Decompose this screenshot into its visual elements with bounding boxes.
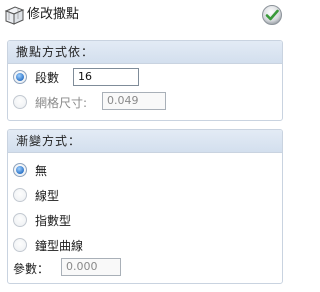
grid-size-radio[interactable] bbox=[13, 95, 27, 109]
exponential-radio[interactable] bbox=[13, 213, 27, 227]
parameter-label: 參數： bbox=[13, 262, 50, 276]
distribution-group: 撒點方式依： 段數 16 網格尺寸: 0.049 bbox=[7, 40, 283, 121]
spacing-group: 漸變方式： 無 線型 指數型 鐘型曲線 參數： 0.000 bbox=[7, 129, 283, 284]
modify-seeds-panel: 修改撒點 撒點方式依： 段數 16 網格尺寸: 0.049 漸變方式： 無 線型… bbox=[0, 0, 290, 292]
segments-radio[interactable] bbox=[13, 70, 27, 84]
parameter-input[interactable]: 0.000 bbox=[61, 258, 121, 276]
grid-size-label: 網格尺寸: bbox=[35, 96, 88, 110]
exponential-label: 指數型 bbox=[35, 214, 72, 228]
linear-radio[interactable] bbox=[13, 188, 27, 202]
distribution-heading: 撒點方式依： bbox=[8, 41, 282, 64]
none-radio[interactable] bbox=[13, 163, 27, 177]
segments-label: 段數 bbox=[35, 71, 60, 85]
none-label: 無 bbox=[35, 164, 48, 178]
bell-curve-label: 鐘型曲線 bbox=[35, 239, 84, 253]
linear-label: 線型 bbox=[35, 189, 60, 203]
segments-input[interactable]: 16 bbox=[73, 68, 139, 86]
panel-header: 修改撒點 bbox=[0, 0, 290, 30]
spacing-heading: 漸變方式： bbox=[8, 130, 282, 153]
bell-curve-radio[interactable] bbox=[13, 238, 27, 252]
panel-title: 修改撒點 bbox=[27, 7, 80, 22]
cube-icon bbox=[4, 6, 25, 25]
confirm-button[interactable] bbox=[261, 4, 283, 26]
grid-size-input[interactable]: 0.049 bbox=[102, 92, 166, 110]
